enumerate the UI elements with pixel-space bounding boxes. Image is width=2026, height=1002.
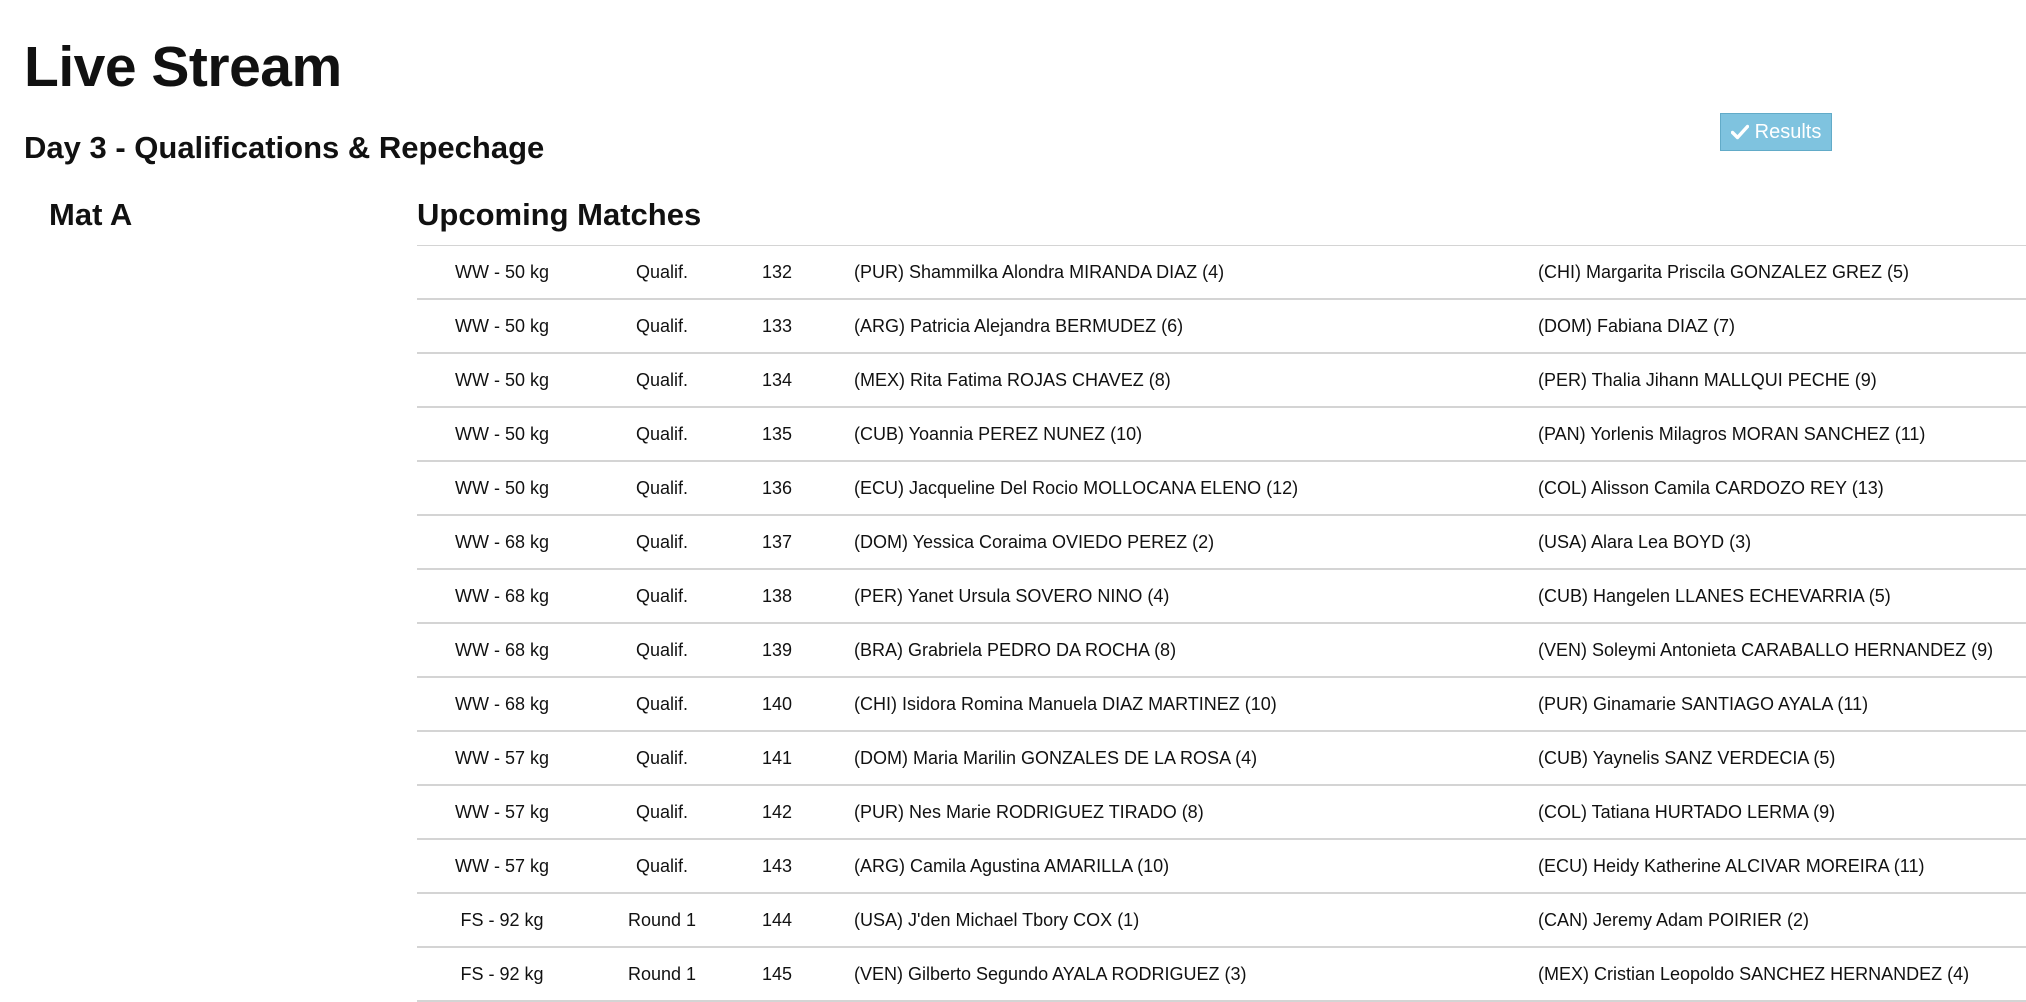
red-wrestler: (CHI) Isidora Romina Manuela DIAZ MARTIN… [854,694,1277,714]
blue-wrestler: (COL) Alisson Camila CARDOZO REY (13) [1538,478,1884,498]
round-label: Round 1 [627,964,697,984]
red-wrestler: (USA) J'den Michael Tbory COX (1) [854,910,1140,930]
round-label: Qualif. [635,694,689,714]
upcoming-matches-table: WW - 50 kg Qualif. 132 (PUR) Shammilka A… [417,245,2026,1002]
weight-class: WW - 50 kg [454,370,549,390]
red-wrestler: (ARG) Patricia Alejandra BERMUDEZ (6) [854,316,1184,336]
match-number: 132 [761,262,793,282]
table-row: WW - 68 kg Qualif. 139 (BRA) Grabriela P… [417,624,2026,678]
red-wrestler: (DOM) Maria Marilin GONZALES DE LA ROSA … [854,748,1258,768]
table-row: WW - 68 kg Qualif. 138 (PER) Yanet Ursul… [417,570,2026,624]
round-label: Qualif. [635,586,689,606]
results-button[interactable]: Results [1720,113,1832,151]
blue-wrestler: (PAN) Yorlenis Milagros MORAN SANCHEZ (1… [1538,424,1926,444]
red-wrestler: (ARG) Camila Agustina AMARILLA (10) [854,856,1170,876]
red-wrestler: (CUB) Yoannia PEREZ NUNEZ (10) [854,424,1143,444]
red-wrestler: (MEX) Rita Fatima ROJAS CHAVEZ (8) [854,370,1171,390]
blue-wrestler: (CUB) Yaynelis SANZ VERDECIA (5) [1538,748,1836,768]
match-number: 135 [761,424,793,444]
match-number: 145 [761,964,793,984]
blue-wrestler: (VEN) Soleymi Antonieta CARABALLO HERNAN… [1538,640,1994,660]
match-number: 134 [761,370,793,390]
match-number: 138 [761,586,793,606]
weight-class: WW - 50 kg [454,316,549,336]
round-label: Qualif. [635,262,689,282]
red-wrestler: (VEN) Gilberto Segundo AYALA RODRIGUEZ (… [854,964,1247,984]
match-number: 144 [761,910,793,930]
blue-wrestler: (CUB) Hangelen LLANES ECHEVARRIA (5) [1538,586,1891,606]
round-label: Qualif. [635,856,689,876]
weight-class: WW - 57 kg [454,748,549,768]
round-label: Round 1 [627,910,697,930]
weight-class: WW - 50 kg [454,424,549,444]
round-label: Qualif. [635,370,689,390]
weight-class: WW - 50 kg [454,262,549,282]
red-wrestler: (BRA) Grabriela PEDRO DA ROCHA (8) [854,640,1177,660]
blue-wrestler: (MEX) Cristian Leopoldo SANCHEZ HERNANDE… [1538,964,1970,984]
table-row: WW - 50 kg Qualif. 132 (PUR) Shammilka A… [417,246,2026,300]
weight-class: WW - 68 kg [454,532,549,552]
checkmark-icon [1730,124,1749,140]
round-label: Qualif. [635,424,689,444]
blue-wrestler: (USA) Alara Lea BOYD (3) [1538,532,1752,552]
day-title: Day 3 - Qualifications & Repechage [24,130,545,165]
table-row: WW - 50 kg Qualif. 134 (MEX) Rita Fatima… [417,354,2026,408]
match-number: 136 [761,478,793,498]
blue-wrestler: (PER) Thalia Jihann MALLQUI PECHE (9) [1538,370,1877,390]
table-row: WW - 68 kg Qualif. 137 (DOM) Yessica Cor… [417,516,2026,570]
red-wrestler: (DOM) Yessica Coraima OVIEDO PEREZ (2) [854,532,1215,552]
round-label: Qualif. [635,532,689,552]
blue-wrestler: (DOM) Fabiana DIAZ (7) [1538,316,1736,336]
match-number: 140 [761,694,793,714]
weight-class: FS - 92 kg [460,964,544,984]
match-number: 142 [761,802,793,822]
mat-title: Mat A [49,197,133,232]
table-row: WW - 50 kg Qualif. 133 (ARG) Patricia Al… [417,300,2026,354]
red-wrestler: (PUR) Shammilka Alondra MIRANDA DIAZ (4) [854,262,1225,282]
red-wrestler: (PUR) Nes Marie RODRIGUEZ TIRADO (8) [854,802,1204,822]
table-row: FS - 92 kg Round 1 145 (VEN) Gilberto Se… [417,948,2026,1002]
round-label: Qualif. [635,802,689,822]
blue-wrestler: (CHI) Margarita Priscila GONZALEZ GREZ (… [1538,262,1910,282]
table-row: WW - 50 kg Qualif. 135 (CUB) Yoannia PER… [417,408,2026,462]
match-number: 133 [761,316,793,336]
round-label: Qualif. [635,748,689,768]
red-wrestler: (ECU) Jacqueline Del Rocio MOLLOCANA ELE… [854,478,1299,498]
weight-class: WW - 68 kg [454,586,549,606]
round-label: Qualif. [635,478,689,498]
table-row: WW - 57 kg Qualif. 141 (DOM) Maria Maril… [417,732,2026,786]
weight-class: WW - 50 kg [454,478,549,498]
weight-class: WW - 57 kg [454,802,549,822]
match-number: 141 [761,748,793,768]
page-title: Live Stream [24,35,342,99]
upcoming-matches-title: Upcoming Matches [417,197,702,232]
match-number: 137 [761,532,793,552]
table-row: WW - 57 kg Qualif. 143 (ARG) Camila Agus… [417,840,2026,894]
match-number: 139 [761,640,793,660]
weight-class: WW - 68 kg [454,640,549,660]
results-button-label: Results [1754,121,1822,143]
blue-wrestler: (ECU) Heidy Katherine ALCIVAR MOREIRA (1… [1538,856,1925,876]
weight-class: FS - 92 kg [460,910,544,930]
table-row: FS - 92 kg Round 1 144 (USA) J'den Micha… [417,894,2026,948]
table-row: WW - 57 kg Qualif. 142 (PUR) Nes Marie R… [417,786,2026,840]
round-label: Qualif. [635,316,689,336]
table-row: WW - 68 kg Qualif. 140 (CHI) Isidora Rom… [417,678,2026,732]
weight-class: WW - 68 kg [454,694,549,714]
table-row: WW - 50 kg Qualif. 136 (ECU) Jacqueline … [417,462,2026,516]
match-number: 143 [761,856,793,876]
round-label: Qualif. [635,640,689,660]
blue-wrestler: (CAN) Jeremy Adam POIRIER (2) [1538,910,1810,930]
blue-wrestler: (COL) Tatiana HURTADO LERMA (9) [1538,802,1836,822]
red-wrestler: (PER) Yanet Ursula SOVERO NINO (4) [854,586,1170,606]
blue-wrestler: (PUR) Ginamarie SANTIAGO AYALA (11) [1538,694,1869,714]
weight-class: WW - 57 kg [454,856,549,876]
